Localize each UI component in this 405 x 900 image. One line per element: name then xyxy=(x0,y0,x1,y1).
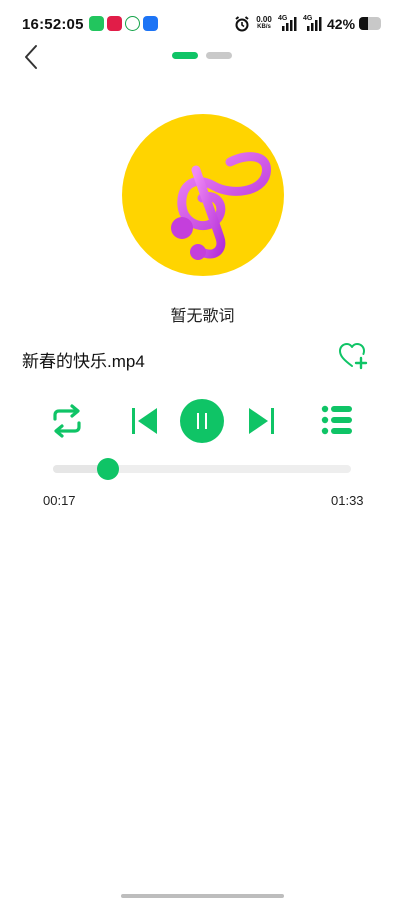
chevron-left-icon xyxy=(25,45,37,69)
treble-clef-icon xyxy=(171,152,271,260)
signal-2: 4G xyxy=(303,15,323,37)
progress-bar[interactable] xyxy=(53,458,351,480)
song-title: 新春的快乐.mp4 xyxy=(22,352,145,371)
home-indicator[interactable] xyxy=(121,894,284,898)
wechat-icon xyxy=(89,16,104,31)
back-button[interactable] xyxy=(16,40,46,74)
pause-icon xyxy=(197,413,207,429)
battery-icon xyxy=(359,17,381,30)
playlist-button[interactable] xyxy=(320,404,354,436)
network-speed-unit: KB/s xyxy=(257,24,271,30)
alarm-icon xyxy=(235,16,249,32)
battery-level xyxy=(359,17,369,30)
lyrics-placeholder: 暂无歌词 xyxy=(170,308,235,325)
network-speed-value: 0.00 xyxy=(256,15,272,24)
progress-thumb[interactable] xyxy=(96,458,119,480)
next-button[interactable] xyxy=(246,406,276,436)
heart-add-icon xyxy=(339,343,368,370)
alipay-icon xyxy=(143,16,158,31)
favorite-button[interactable] xyxy=(338,342,368,370)
clock: 16:52:05 xyxy=(22,16,84,33)
network-type-1: 4G xyxy=(278,15,288,22)
total-time: 01:33 xyxy=(331,493,364,508)
music-player-screen: 16:52:05 0.00 KB/s 4G 4G 42% 暂无歌词 新春的快乐.… xyxy=(0,0,405,900)
playback-controls xyxy=(0,396,405,446)
repeat-button[interactable] xyxy=(49,403,85,439)
signal-1: 4G xyxy=(278,15,298,37)
status-bar: 16:52:05 0.00 KB/s 4G 4G 42% xyxy=(0,0,405,50)
skip-previous-icon xyxy=(132,408,157,434)
app-green-icon xyxy=(125,16,140,31)
network-type-2: 4G xyxy=(303,15,313,22)
current-time: 00:17 xyxy=(43,493,76,508)
battery-percent: 42% xyxy=(327,16,356,32)
repeat-icon xyxy=(53,404,81,438)
skip-next-icon xyxy=(249,408,274,434)
app-red-icon xyxy=(107,16,122,31)
album-cover xyxy=(122,114,284,276)
pause-button[interactable] xyxy=(180,399,224,443)
network-speed: 0.00 KB/s xyxy=(254,16,274,31)
playlist-icon xyxy=(321,405,352,435)
page-dot-2[interactable] xyxy=(206,52,232,59)
previous-button[interactable] xyxy=(130,406,160,436)
page-indicator xyxy=(172,52,232,59)
page-dot-1[interactable] xyxy=(172,52,198,59)
